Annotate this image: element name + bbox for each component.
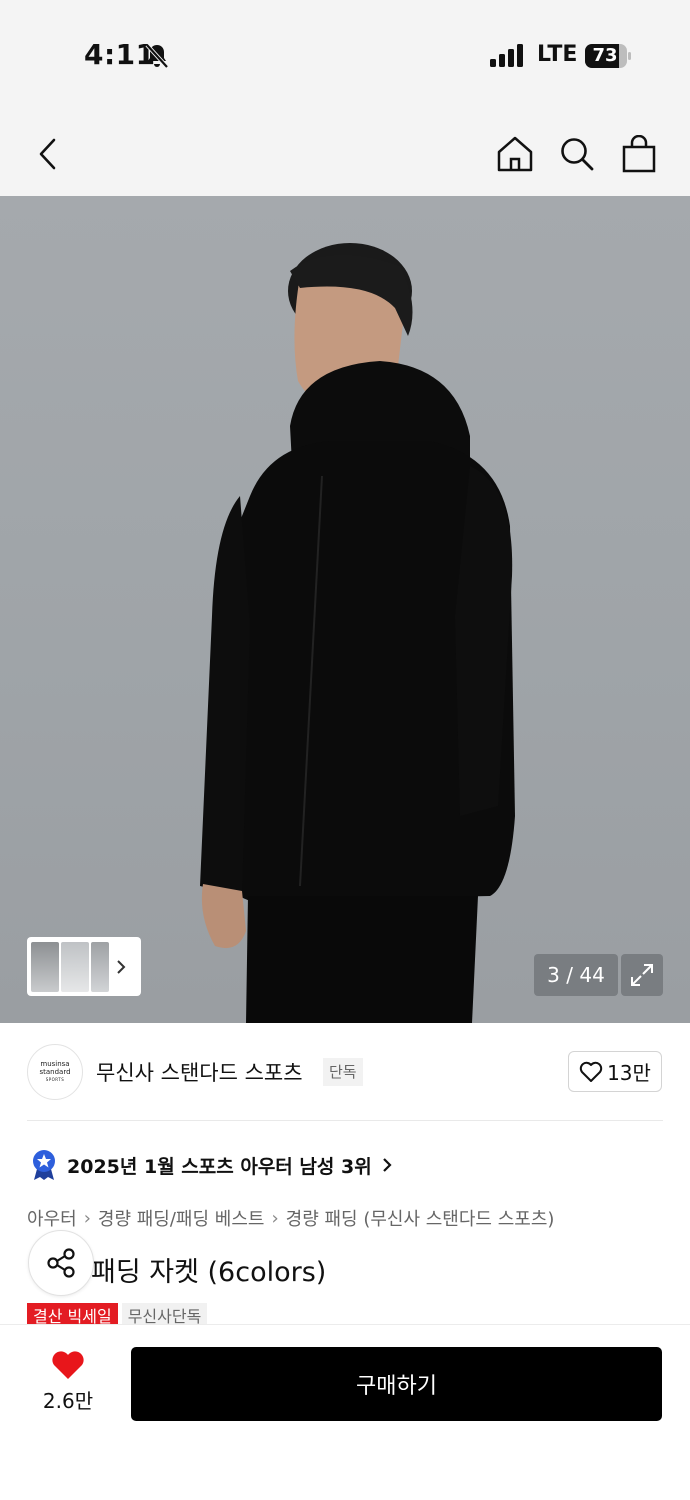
- ranking-text: 2025년 1월 스포츠 아우터 남성 3위: [67, 1155, 372, 1178]
- thumbnail[interactable]: [61, 941, 89, 992]
- battery-level: 73: [592, 45, 618, 66]
- bell-muted-icon: [145, 43, 169, 69]
- home-button[interactable]: [491, 130, 539, 178]
- share-button[interactable]: [28, 1230, 94, 1296]
- brand-like-button[interactable]: 13만: [568, 1051, 662, 1092]
- chevron-left-icon: [39, 138, 56, 170]
- breadcrumb-item[interactable]: 아우터: [27, 1205, 77, 1231]
- brand-name[interactable]: 무신사 스탠다드 스포츠: [96, 1057, 303, 1087]
- breadcrumb-separator-icon: ›: [83, 1207, 91, 1229]
- brand-logo-line2: standard: [39, 1068, 71, 1076]
- wishlist-count: 2.6만: [42, 1389, 94, 1413]
- search-icon: [561, 138, 594, 171]
- exclusive-tag: 단독: [323, 1058, 363, 1086]
- thumbnail[interactable]: [91, 941, 109, 992]
- brand-row: musinsa standard SPORTS 무신사 스탠다드 스포츠 단독 …: [0, 1023, 690, 1121]
- search-button[interactable]: [553, 130, 601, 178]
- sale-badge: 결산 빅세일: [27, 1303, 118, 1325]
- badge-row: 결산 빅세일 무신사단독: [27, 1303, 208, 1325]
- home-icon: [497, 136, 533, 172]
- bottom-action-bar: 2.6만 구매하기: [0, 1324, 690, 1500]
- exclusive-badge: 무신사단독: [121, 1303, 208, 1325]
- brand-like-count: 13만: [607, 1061, 651, 1085]
- product-photo: [200, 243, 515, 1023]
- breadcrumb-separator-icon: ›: [271, 1207, 279, 1229]
- buy-button[interactable]: 구매하기: [131, 1347, 662, 1421]
- top-nav-bar: [0, 112, 690, 196]
- divider: [27, 1120, 663, 1121]
- share-icon: [47, 1248, 75, 1278]
- cart-button[interactable]: [615, 130, 663, 178]
- heart-filled-icon: [52, 1351, 84, 1379]
- shopping-bag-icon: [622, 135, 656, 173]
- breadcrumb-item[interactable]: 경량 패딩/패딩 베스트: [98, 1205, 265, 1231]
- thumbnail-strip[interactable]: [27, 937, 141, 996]
- status-bar: 4:11 LTE 73: [0, 0, 690, 112]
- heart-outline-icon: [579, 1061, 603, 1082]
- back-button[interactable]: [24, 130, 72, 178]
- thumbnail[interactable]: [31, 941, 59, 992]
- ranking-medal-icon: [33, 1150, 55, 1180]
- chevron-right-icon: [117, 959, 126, 974]
- brand-logo[interactable]: musinsa standard SPORTS: [27, 1044, 83, 1100]
- breadcrumb: 아우터 › 경량 패딩/패딩 베스트 › 경량 패딩 (무신사 스탠다드 스포츠…: [27, 1205, 554, 1231]
- breadcrumb-item[interactable]: 경량 패딩 (무신사 스탠다드 스포츠): [286, 1205, 555, 1231]
- chevron-right-icon: [382, 1158, 392, 1172]
- brand-logo-line1: musinsa: [40, 1060, 70, 1068]
- brand-logo-line3: SPORTS: [45, 1077, 65, 1082]
- signal-icon: [490, 44, 523, 67]
- image-counter: 3 / 44: [534, 954, 618, 996]
- product-title-text: 패딩 자켓 (6colors): [91, 1257, 327, 1288]
- network-label: LTE: [537, 42, 578, 67]
- expand-icon: [631, 964, 653, 986]
- ranking-link[interactable]: 2025년 1월 스포츠 아우터 남성 3위: [31, 1148, 394, 1182]
- fullscreen-button[interactable]: [621, 954, 663, 996]
- product-image-gallery[interactable]: 3 / 44: [0, 196, 690, 1023]
- wishlist-button[interactable]: 2.6만: [27, 1349, 109, 1419]
